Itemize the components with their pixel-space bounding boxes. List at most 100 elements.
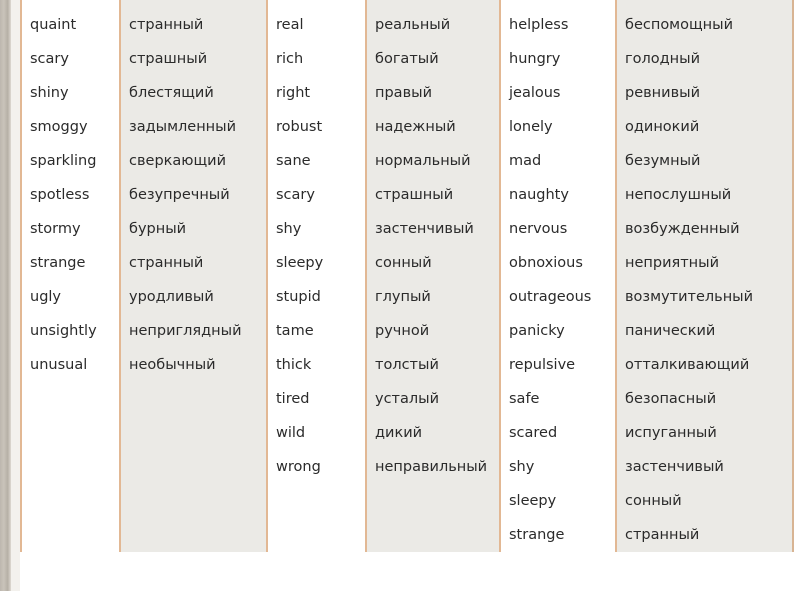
vocabulary-table-viewport[interactable]: plain простой puzzled озадаченный guilty… — [20, 0, 798, 591]
cell-english-3: panicky — [499, 314, 616, 348]
cell-russian-1: задымленный — [119, 110, 267, 144]
table-row: stormy бурный shy застенчивый nervous во… — [20, 212, 794, 246]
cell-english-3: scared — [499, 416, 616, 450]
table-row: scary страшный rich богатый hungry голод… — [20, 42, 794, 76]
cell-russian-1 — [119, 416, 267, 450]
cell-russian-1: бурный — [119, 212, 267, 246]
cell-english-2: wild — [266, 416, 366, 450]
cell-russian-1: сверкающий — [119, 144, 267, 178]
cell-russian-3: одинокий — [615, 110, 794, 144]
cell-english-1 — [20, 382, 120, 416]
table-row: ugly уродливый stupid глупый outrageous … — [20, 280, 794, 314]
vocabulary-table: plain простой puzzled озадаченный guilty… — [20, 0, 794, 552]
cell-english-1: unsightly — [20, 314, 120, 348]
cell-russian-2: ручной — [365, 314, 500, 348]
cell-russian-2: надежный — [365, 110, 500, 144]
cell-russian-3: безопасный — [615, 382, 794, 416]
table-row: smoggy задымленный robust надежный lonel… — [20, 110, 794, 144]
cell-english-1: scary — [20, 42, 120, 76]
cell-english-2: rich — [266, 42, 366, 76]
cell-english-1: ugly — [20, 280, 120, 314]
cell-russian-3: возмутительный — [615, 280, 794, 314]
cell-russian-2: сонный — [365, 246, 500, 280]
table-row: quaint странный real реальный helpless б… — [20, 8, 794, 42]
table-row: unsightly неприглядный tame ручной panic… — [20, 314, 794, 348]
cell-russian-3: странный — [615, 518, 794, 552]
cell-english-3: jealous — [499, 76, 616, 110]
cell-russian-2: нормальный — [365, 144, 500, 178]
table-row: sparkling сверкающий sane нормальный mad… — [20, 144, 794, 178]
cell-english-3: safe — [499, 382, 616, 416]
cell-english-3: hungry — [499, 42, 616, 76]
cell-english-2: robust — [266, 110, 366, 144]
cell-russian-2: правый — [365, 76, 500, 110]
cell-english-1: spotless — [20, 178, 120, 212]
table-row: plain простой puzzled озадаченный guilty… — [20, 0, 794, 8]
cell-english-1: smoggy — [20, 110, 120, 144]
table-row: unusual необычный thick толстый repulsiv… — [20, 348, 794, 382]
cell-russian-3: неприятный — [615, 246, 794, 280]
cell-english-2: scary — [266, 178, 366, 212]
table-row: wild дикий scared испуганный — [20, 416, 794, 450]
cell-english-3: mad — [499, 144, 616, 178]
cell-english-3: sleepy — [499, 484, 616, 518]
cell-english-1: sparkling — [20, 144, 120, 178]
cell-english-2: tame — [266, 314, 366, 348]
cell-russian-3: испуганный — [615, 416, 794, 450]
cell-english-2: stupid — [266, 280, 366, 314]
cell-russian-1 — [119, 382, 267, 416]
cell-russian-1: страшный — [119, 42, 267, 76]
page-root: plain простой puzzled озадаченный guilty… — [0, 0, 798, 591]
cell-russian-3: сонный — [615, 484, 794, 518]
cell-english-1 — [20, 518, 120, 552]
cell-russian-2 — [365, 518, 500, 552]
cell-english-2: wrong — [266, 450, 366, 484]
cell-english-2 — [266, 484, 366, 518]
cell-russian-3: непослушный — [615, 178, 794, 212]
cell-english-1: stormy — [20, 212, 120, 246]
cell-english-1 — [20, 484, 120, 518]
cell-english-2: sane — [266, 144, 366, 178]
cell-english-1: shiny — [20, 76, 120, 110]
cell-english-3: helpless — [499, 8, 616, 42]
cell-english-2: right — [266, 76, 366, 110]
cell-russian-2: дикий — [365, 416, 500, 450]
cell-russian-2: реальный — [365, 8, 500, 42]
cell-english-3: naughty — [499, 178, 616, 212]
table-row: tired усталый safe безопасный — [20, 382, 794, 416]
cell-russian-1 — [119, 450, 267, 484]
cell-russian-1: безупречный — [119, 178, 267, 212]
table-row: shiny блестящий right правый jealous рев… — [20, 76, 794, 110]
cell-russian-3: голодный — [615, 42, 794, 76]
table-row: sleepy сонный — [20, 484, 794, 518]
cell-english-2: puzzled — [266, 0, 366, 8]
table-row: strange странный — [20, 518, 794, 552]
cell-english-2: tired — [266, 382, 366, 416]
table-row: spotless безупречный scary страшный naug… — [20, 178, 794, 212]
cell-english-1 — [20, 450, 120, 484]
cell-english-3: lonely — [499, 110, 616, 144]
cell-russian-2: глупый — [365, 280, 500, 314]
cell-english-2: sleepy — [266, 246, 366, 280]
cell-russian-3: отталкивающий — [615, 348, 794, 382]
cell-russian-2: богатый — [365, 42, 500, 76]
cell-english-1 — [20, 416, 120, 450]
table-row: strange странный sleepy сонный obnoxious… — [20, 246, 794, 280]
cell-english-2: real — [266, 8, 366, 42]
cell-english-3: nervous — [499, 212, 616, 246]
cell-english-1: quaint — [20, 8, 120, 42]
cell-russian-1: блестящий — [119, 76, 267, 110]
cell-english-2: shy — [266, 212, 366, 246]
cell-english-2 — [266, 518, 366, 552]
table-row: wrong неправильный shy застенчивый — [20, 450, 794, 484]
cell-russian-3: панический — [615, 314, 794, 348]
cell-russian-1 — [119, 518, 267, 552]
cell-russian-3: возбужденный — [615, 212, 794, 246]
cell-russian-1: странный — [119, 246, 267, 280]
cell-english-2: thick — [266, 348, 366, 382]
cell-russian-1 — [119, 484, 267, 518]
cell-russian-2: озадаченный — [365, 0, 500, 8]
cell-russian-1: странный — [119, 8, 267, 42]
cell-russian-2: толстый — [365, 348, 500, 382]
cell-russian-2: страшный — [365, 178, 500, 212]
